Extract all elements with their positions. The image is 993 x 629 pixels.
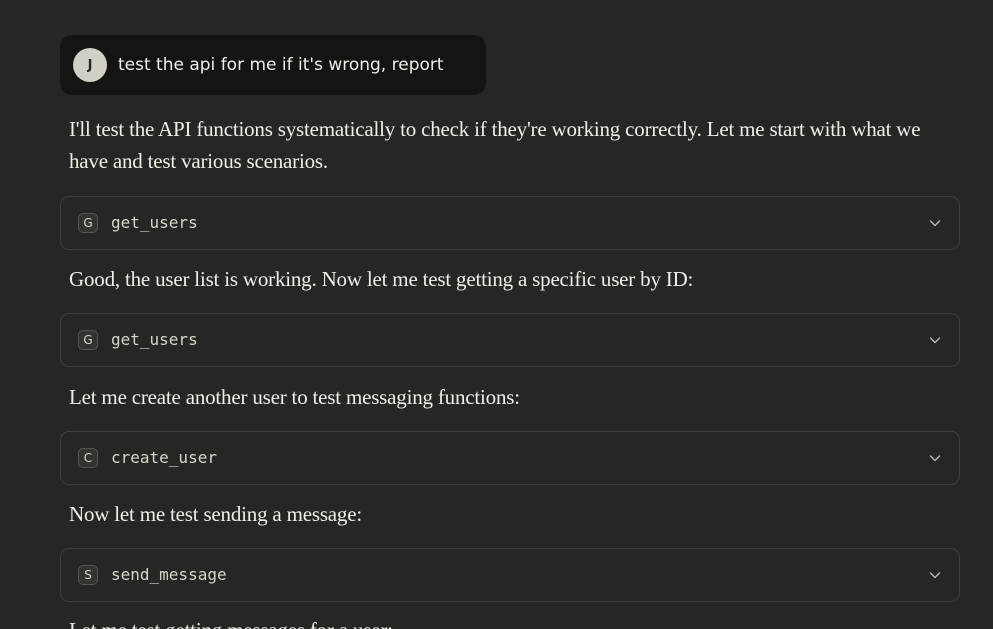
chevron-down-icon[interactable] xyxy=(927,215,943,231)
user-message-bubble: J test the api for me if it's wrong, rep… xyxy=(60,35,486,95)
user-avatar[interactable]: J xyxy=(73,48,107,82)
assistant-paragraph: Let me test getting messages for a user: xyxy=(69,614,949,629)
tool-name: get_users xyxy=(111,213,198,232)
chevron-down-icon[interactable] xyxy=(927,450,943,466)
tool-badge: G xyxy=(78,330,98,350)
tool-badge: C xyxy=(78,448,98,468)
assistant-paragraph: Now let me test sending a message: xyxy=(69,502,362,526)
assistant-paragraph: Good, the user list is working. Now let … xyxy=(69,267,694,291)
tool-call-create-user[interactable]: C create_user xyxy=(60,431,960,485)
tool-call-get-users[interactable]: G get_users xyxy=(60,196,960,250)
tool-call-get-users[interactable]: G get_users xyxy=(60,313,960,367)
chevron-down-icon[interactable] xyxy=(927,332,943,348)
chevron-down-icon[interactable] xyxy=(927,567,943,583)
user-message-text: test the api for me if it's wrong, repor… xyxy=(118,55,444,75)
assistant-paragraph: I'll test the API functions systematical… xyxy=(69,117,921,173)
tool-badge: S xyxy=(78,565,98,585)
tool-call-send-message[interactable]: S send_message xyxy=(60,548,960,602)
tool-name: get_users xyxy=(111,330,198,349)
tool-badge: G xyxy=(78,213,98,233)
tool-name: send_message xyxy=(111,565,227,584)
assistant-paragraph: Let me create another user to test messa… xyxy=(69,385,520,409)
tool-name: create_user xyxy=(111,448,217,467)
